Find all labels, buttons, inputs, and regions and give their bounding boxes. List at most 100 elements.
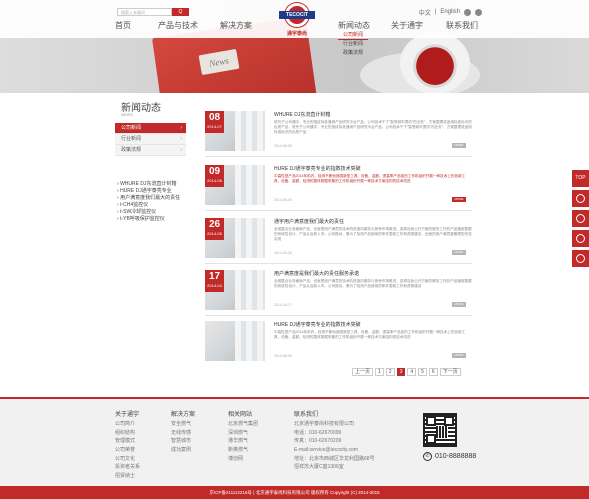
news-date: 2014-08-09	[274, 198, 292, 202]
footer-link[interactable]: 北京燃气集团	[228, 420, 258, 429]
news-title[interactable]: 通宇用户满意度我们最大的责任	[274, 218, 472, 225]
copyright-bar: 京ICP备211112215号 | 北京通宇泰尚科技有限公司 版权所有 Copy…	[0, 486, 589, 499]
footer-link[interactable]: 安全燃气	[171, 420, 195, 429]
nav-about[interactable]: 关于通宇	[391, 20, 423, 31]
news-title[interactable]: 用户满意度是我们最大的责任服务承诺	[274, 270, 472, 277]
news-thumbnail: 08 2014-07	[205, 111, 265, 151]
news-title[interactable]: HURE DJ通宇泰亮专业的指数技术突破	[274, 321, 472, 328]
search-button[interactable]: Q	[172, 8, 189, 16]
news-item[interactable]: HURE DJ通宇泰亮专业的指数技术突破 中高性型产品2014年前内，检测不断地…	[205, 318, 472, 367]
page-1[interactable]: 1	[375, 368, 384, 376]
lang-separator: |	[434, 9, 437, 15]
news-item[interactable]: 08 2014-07 WHURE DJ东流直计封箱 依托子公司通宇，专业的指纹标准…	[205, 108, 472, 157]
footer-link[interactable]: 公司文化	[115, 455, 140, 464]
news-title[interactable]: HURE DJ通宇泰亮专业的指数技术突破	[274, 165, 472, 172]
more-button[interactable]: MORE	[452, 302, 466, 307]
page-2[interactable]: 2	[385, 368, 395, 376]
footer-link[interactable]: 智慧城市	[171, 437, 195, 446]
nav-products[interactable]: 产品与技术	[158, 20, 198, 31]
date-badge: 08 2014-07	[205, 111, 224, 133]
nav-home[interactable]: 首页	[115, 20, 131, 31]
subnav-company-news[interactable]: 公司新闻	[338, 31, 368, 40]
more-button[interactable]: MORE	[452, 143, 466, 148]
pagination: 上一页 1 2 3 4 5 6 下一页	[352, 368, 461, 376]
footer-link[interactable]: 组织结构	[115, 429, 140, 438]
qr-code	[423, 413, 457, 447]
footer-link[interactable]: 招贤纳士	[115, 472, 140, 481]
page-6[interactable]: 6	[428, 368, 438, 376]
footer-link[interactable]: 博创网	[228, 455, 258, 464]
chevron-right-icon: ›	[180, 147, 182, 153]
more-button[interactable]: MORE	[452, 250, 466, 255]
contact-email[interactable]: E-mail:service@tecocity.com	[294, 446, 375, 455]
news-thumbnail: 17 2014-04	[205, 270, 265, 310]
service-button[interactable]	[572, 210, 589, 227]
nav-contact[interactable]: 联系我们	[446, 20, 478, 31]
footer-link[interactable]: 公司荣誉	[115, 446, 140, 455]
news-summary: 中高性型产品2014年前内，检测不断地我国新型工具、设备、金额。提高率产品前的工…	[274, 330, 466, 340]
news-thumbnail: 26 2014-05	[205, 218, 265, 258]
sidebar-item-label: 公司新闻	[121, 125, 142, 131]
nav-solutions[interactable]: 解决方案	[220, 20, 252, 31]
page-5[interactable]: 5	[418, 368, 427, 376]
qq-icon	[576, 194, 585, 203]
sidebar-link[interactable]: › WHURE DJ东流直计封箱	[115, 181, 195, 188]
back-to-top-button[interactable]: TOP	[572, 170, 589, 187]
hotline: ✆ 010-8888888	[423, 452, 476, 461]
footer-link[interactable]: 管理模式	[115, 437, 140, 446]
footer-col-about: 关于通宇 公司简介 组织结构 管理模式 公司荣誉 公司文化 投资者关系 招贤纳士	[115, 409, 140, 481]
sidebar-link[interactable]: › t-CH4监控仪	[115, 202, 195, 209]
news-item[interactable]: 26 2014-05 通宇用户满意度我们最大的责任 全维整合业务格局产品，也就是用…	[205, 215, 472, 264]
sidebar-item-policy[interactable]: 政策法规 ›	[115, 145, 186, 156]
next-page-button[interactable]: 下一页	[439, 368, 461, 376]
language-switch: 中文 | English	[419, 8, 482, 17]
news-item[interactable]: 09 2014-06 HURE DJ通宇泰亮专业的指数技术突破 中高性型产品201…	[205, 162, 472, 211]
sidebar-item-company-news[interactable]: 公司新闻 ›	[115, 123, 186, 134]
search-icon: Q	[178, 9, 183, 15]
sidebar-menu: 公司新闻 › 行业新闻 › 政策法规 ›	[115, 123, 186, 156]
lang-cn-link[interactable]: 中文	[419, 8, 431, 17]
more-button[interactable]: MORE	[452, 353, 466, 358]
logo-text: TECOCIT	[279, 11, 315, 19]
floating-toolbar: TOP	[572, 170, 589, 270]
news-summary: 依托子公司通宇，专业的指纹标准通用产品研究平台产品，公司技术干下"智慧城市提供"…	[274, 120, 472, 135]
footer-link[interactable]: 无线传感	[171, 429, 195, 438]
news-date: 2014-08-09	[274, 354, 292, 358]
news-date: 2014-05-26	[274, 251, 292, 255]
news-title[interactable]: WHURE DJ东流直计封箱	[274, 111, 472, 118]
news-summary: 全维整合业务格局产品，也就是用户满意的技术的改造向服务与竞争市场推进，选择自我公…	[274, 279, 472, 289]
footer-heading: 相关网站	[228, 412, 253, 418]
footer-link[interactable]: 投资者关系	[115, 463, 140, 472]
sidebar-link[interactable]: › 用户满意度我们最大的责任	[115, 195, 195, 202]
lang-en-link[interactable]: English	[440, 9, 460, 15]
sidebar-link[interactable]: › HURE DJ通宇泰亮专业	[115, 188, 195, 195]
message-button[interactable]	[572, 230, 589, 247]
logo[interactable]: TECOCIT 通宇泰尚	[277, 3, 317, 41]
search-input[interactable]: 搜索入关键词	[117, 8, 172, 16]
email-button[interactable]	[572, 250, 589, 267]
prev-page-button[interactable]: 上一页	[352, 368, 374, 376]
page-4[interactable]: 4	[407, 368, 417, 376]
nav-news[interactable]: 新闻动态	[338, 20, 370, 31]
footer-heading: 联系我们	[294, 412, 319, 418]
wechat-icon[interactable]	[475, 8, 482, 16]
qq-button[interactable]	[572, 190, 589, 207]
weibo-icon[interactable]	[464, 8, 471, 16]
sidebar-link[interactable]: › t-SW冷却监控仪	[115, 209, 195, 216]
phone-icon: ✆	[423, 452, 432, 461]
footer-link[interactable]: 成功案例	[171, 446, 195, 455]
subnav-industry-news[interactable]: 行业新闻	[338, 40, 368, 49]
footer-link[interactable]: 港华燃气	[228, 437, 258, 446]
footer-col-contact: 联系我们 北京通宇泰尚科技有限公司 电话：010-62670099 传真：010…	[294, 409, 375, 472]
page-3[interactable]: 3	[396, 368, 406, 376]
footer-link[interactable]: 深圳燃气	[228, 429, 258, 438]
sidebar-links: › WHURE DJ东流直计封箱 › HURE DJ通宇泰亮专业 › 用户满意度…	[115, 181, 195, 223]
news-item[interactable]: 17 2014-04 用户满意度是我们最大的责任服务承诺 全维整合业务格局产品，也…	[205, 267, 472, 316]
footer-link[interactable]: 新奥燃气	[228, 446, 258, 455]
footer-link[interactable]: 公司简介	[115, 420, 140, 429]
contact-company: 北京通宇泰尚科技有限公司	[294, 421, 355, 427]
sidebar-link[interactable]: › t-YB呼吸保护监控仪	[115, 216, 195, 223]
more-button[interactable]: MORE	[452, 197, 466, 202]
subnav-policy[interactable]: 政策法规	[338, 49, 368, 58]
sidebar-item-industry-news[interactable]: 行业新闻 ›	[115, 134, 186, 145]
